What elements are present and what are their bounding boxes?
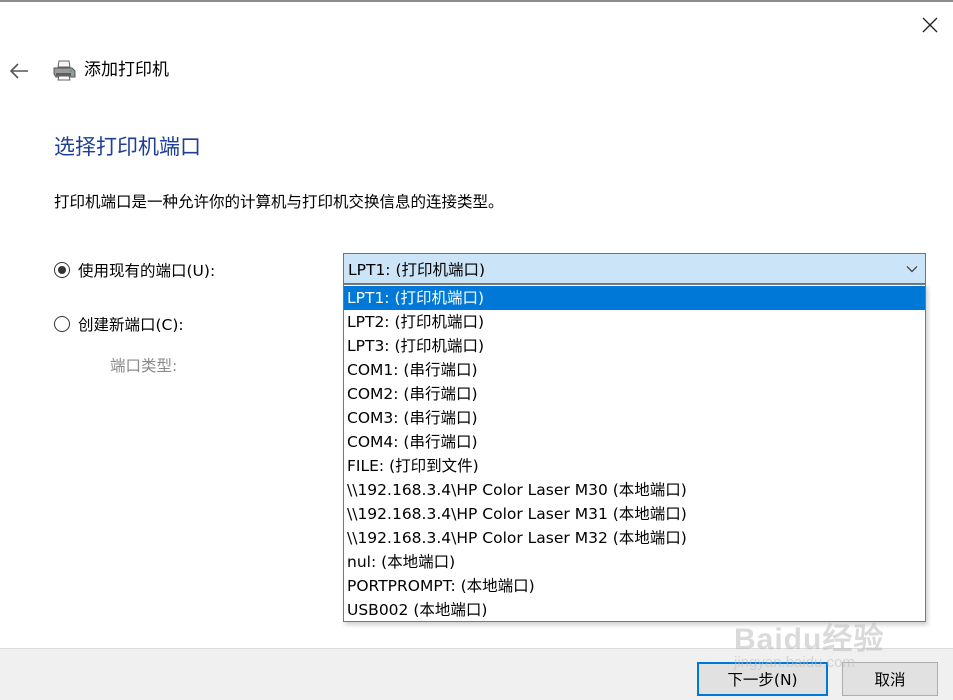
printer-icon [53,60,76,81]
port-option[interactable]: \\192.168.3.4\HP Color Laser M30 (本地端口) [344,478,925,502]
port-type-label: 端口类型: [110,357,178,375]
next-button[interactable]: 下一步(N) [697,662,828,696]
port-option[interactable]: COM4: (串行端口) [344,430,925,454]
port-option[interactable]: COM1: (串行端口) [344,358,925,382]
port-select-arrow[interactable] [899,254,925,283]
use-existing-port-radio[interactable] [54,262,70,278]
port-select-value: LPT1: (打印机端口) [348,260,486,279]
page-heading: 选择打印机端口 [54,135,201,159]
chevron-down-icon [906,265,918,272]
cancel-button[interactable]: 取消 [842,662,938,696]
port-option[interactable]: FILE: (打印到文件) [344,454,925,478]
create-new-port-option[interactable]: 创建新端口(C): [54,312,184,336]
port-option[interactable]: \\192.168.3.4\HP Color Laser M31 (本地端口) [344,502,925,526]
close-icon [922,17,938,33]
radio-selected-dot [58,266,66,274]
add-printer-dialog: 添加打印机 选择打印机端口 打印机端口是一种允许你的计算机与打印机交换信息的连接… [0,0,953,700]
port-option[interactable]: \\192.168.3.4\HP Color Laser M32 (本地端口) [344,526,925,550]
page-description: 打印机端口是一种允许你的计算机与打印机交换信息的连接类型。 [54,193,504,211]
window-top-edge [0,0,953,2]
port-option[interactable]: LPT1: (打印机端口) [344,286,925,310]
close-button[interactable] [908,8,952,42]
create-new-port-radio[interactable] [54,316,70,332]
port-option[interactable]: PORTPROMPT: (本地端口) [344,574,925,598]
port-option[interactable]: LPT3: (打印机端口) [344,334,925,358]
port-option[interactable]: LPT2: (打印机端口) [344,310,925,334]
port-option[interactable]: COM2: (串行端口) [344,382,925,406]
use-existing-port-option[interactable]: 使用现有的端口(U): [54,258,215,282]
port-option[interactable]: USB002 (本地端口) [344,598,925,622]
port-dropdown-list: LPT1: (打印机端口) LPT2: (打印机端口) LPT3: (打印机端口… [343,284,926,622]
port-select[interactable]: LPT1: (打印机端口) [343,253,926,284]
port-option[interactable]: COM3: (串行端口) [344,406,925,430]
back-arrow-icon [9,63,28,79]
port-option[interactable]: nul: (本地端口) [344,550,925,574]
create-new-port-label: 创建新端口(C): [78,316,184,334]
use-existing-port-label: 使用现有的端口(U): [78,262,216,280]
back-button[interactable] [4,56,34,86]
window-title: 添加打印机 [84,60,169,80]
